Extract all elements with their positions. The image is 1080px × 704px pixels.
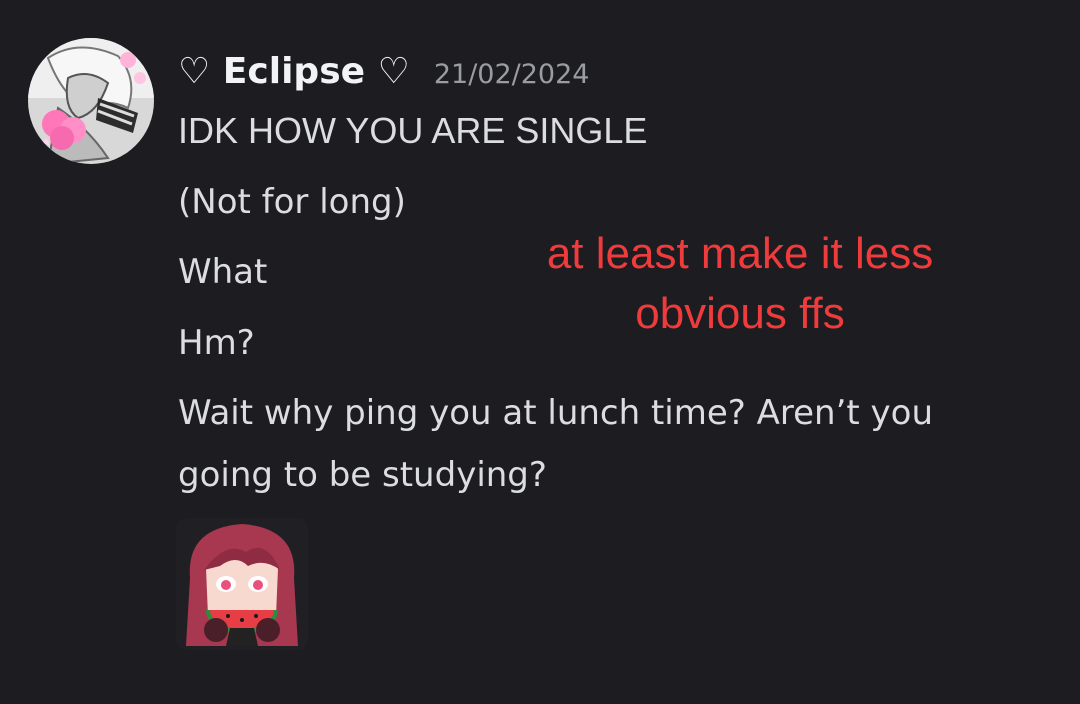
- message-header: ♡ Eclipse ♡ 21/02/2024: [178, 48, 589, 94]
- red-annotation-text: at least make it less obvious ffs: [546, 229, 934, 338]
- message-text: What: [178, 252, 268, 292]
- sticker-image[interactable]: [176, 518, 308, 650]
- message-text: IDK HOW YOU ARE SINGLE: [178, 110, 648, 151]
- message-text: Hm?: [178, 323, 255, 363]
- message-text: Wait why ping you at lunch time? Aren’t …: [178, 393, 934, 495]
- watermelon-girl-sticker-icon: [176, 518, 308, 650]
- timestamp: 21/02/2024: [433, 58, 590, 90]
- user-avatar[interactable]: [28, 38, 154, 164]
- message-text: (Not for long): [178, 182, 406, 222]
- username[interactable]: ♡ Eclipse ♡: [178, 51, 410, 92]
- anime-avatar-icon: [28, 38, 154, 164]
